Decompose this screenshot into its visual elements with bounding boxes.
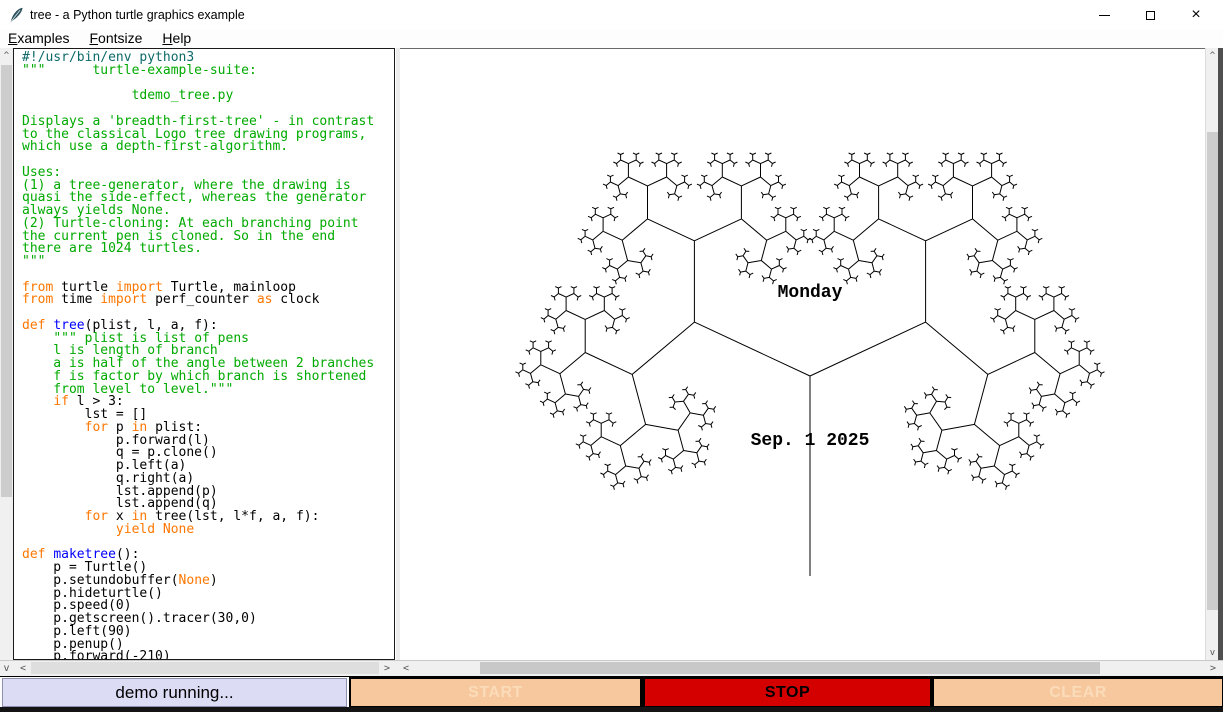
- turtle-canvas: Monday Sep. 1 2025: [400, 49, 1205, 660]
- menu-fontsize[interactable]: Fontsize: [79, 30, 152, 48]
- code-vertical-scrollbar[interactable]: ^: [0, 48, 13, 660]
- scroll-left-icon[interactable]: <: [15, 661, 31, 675]
- tree-drawing: [515, 152, 1105, 576]
- canvas-text-label: Monday: [777, 283, 843, 303]
- menu-help[interactable]: Help: [152, 30, 201, 48]
- status-text: demo running...: [115, 682, 234, 702]
- titlebar[interactable]: tree - a Python turtle graphics example …: [0, 0, 1223, 30]
- scroll-up-icon[interactable]: ^: [0, 48, 13, 63]
- minimize-button[interactable]: [1081, 0, 1127, 30]
- window-right-edge: [1218, 48, 1223, 674]
- canvas-vertical-scrollbar[interactable]: ^ v: [1205, 48, 1218, 660]
- code-line: """ turtle-example-suite:: [22, 62, 257, 78]
- clear-button-label: CLEAR: [1049, 683, 1107, 701]
- code-line: from time import perf_counter as clock: [22, 292, 320, 308]
- menubar: Examples Fontsize Help: [0, 30, 1223, 48]
- code-line: which use a depth-first-algorithm.: [22, 139, 289, 155]
- code-line: there are 1024 turtles.: [22, 241, 203, 257]
- canvas-text-label: Sep. 1 2025: [750, 431, 870, 451]
- stop-button[interactable]: STOP: [642, 677, 932, 708]
- scroll-left-icon[interactable]: <: [398, 661, 414, 675]
- canvas-vscroll-thumb[interactable]: [1207, 132, 1218, 610]
- close-button[interactable]: ×: [1173, 0, 1219, 30]
- start-button[interactable]: START: [349, 677, 642, 708]
- minimize-icon: [1098, 14, 1110, 16]
- close-icon: ×: [1191, 6, 1201, 23]
- button-bar: demo running... START STOP CLEAR: [0, 676, 1223, 708]
- code-line: """: [22, 254, 46, 269]
- code-pane[interactable]: #!/usr/bin/env python3 """ turtle-example…: [13, 48, 395, 660]
- maximize-icon: [1145, 10, 1155, 20]
- horizontal-scrollbar-row: v < > < >: [0, 660, 1223, 674]
- menu-examples[interactable]: Examples: [0, 30, 79, 48]
- start-button-label: START: [468, 683, 523, 701]
- tree-path: [515, 152, 1105, 576]
- code-line: p.forward(-210): [22, 649, 171, 660]
- feather-icon: [10, 7, 23, 23]
- window-title: tree - a Python turtle graphics example: [30, 8, 245, 22]
- code-line: tdemo_tree.py: [22, 88, 234, 104]
- code-text: #!/usr/bin/env python3 """ turtle-example…: [22, 51, 394, 660]
- status-label: demo running...: [2, 678, 347, 707]
- turtledemo-window: tree - a Python turtle graphics example …: [0, 0, 1223, 712]
- clear-button[interactable]: CLEAR: [932, 677, 1223, 708]
- scroll-down-icon[interactable]: v: [0, 661, 13, 675]
- stop-button-label: STOP: [764, 683, 811, 701]
- taskbar-sliver: [0, 707, 1223, 712]
- code-vscroll-thumb[interactable]: [1, 65, 12, 497]
- canvas-hscroll-thumb[interactable]: [480, 662, 1100, 674]
- scroll-right-icon[interactable]: >: [1205, 661, 1221, 675]
- scroll-right-icon[interactable]: >: [379, 661, 395, 675]
- code-line: yield None: [115, 521, 195, 537]
- maximize-button[interactable]: [1127, 0, 1173, 30]
- code-hscroll-thumb[interactable]: [31, 662, 379, 674]
